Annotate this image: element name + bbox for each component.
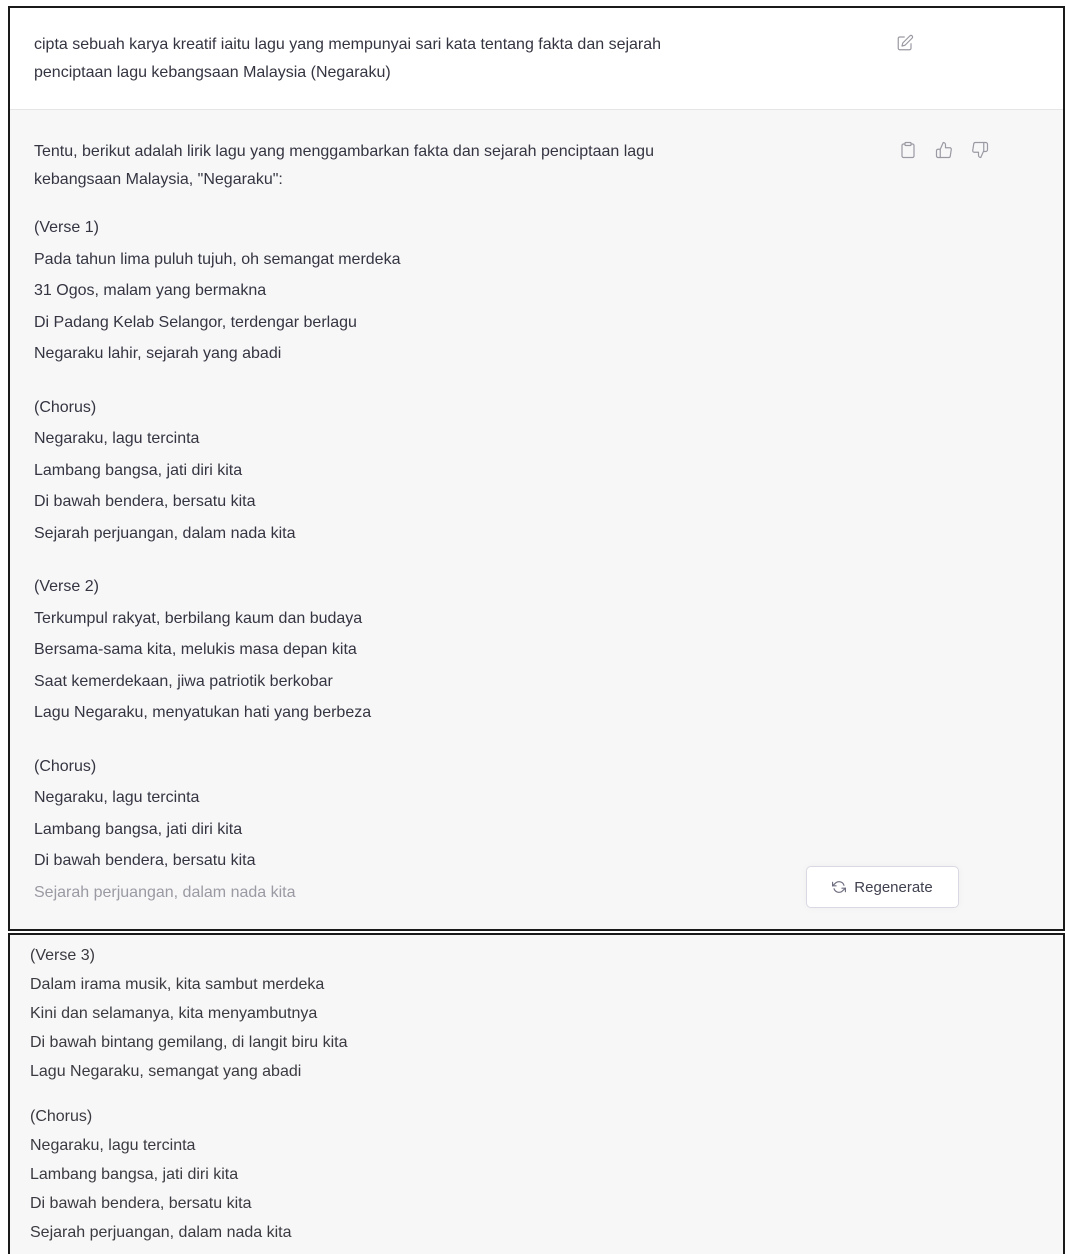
lyric-line: Di bawah bintang gemilang, di langit bir… bbox=[30, 1034, 348, 1051]
edit-icon[interactable] bbox=[896, 34, 914, 52]
lyrics-continuation: (Verse 3) Dalam irama musik, kita sambut… bbox=[30, 941, 348, 1247]
section-heading: (Chorus) bbox=[34, 398, 97, 416]
section-heading: (Chorus) bbox=[30, 1108, 93, 1125]
lyric-line: Saat kemerdekaan, jiwa patriotik berkoba… bbox=[34, 672, 333, 690]
regenerate-label: Regenerate bbox=[854, 878, 933, 896]
lyric-line: Pada tahun lima puluh tujuh, oh semangat… bbox=[34, 250, 401, 268]
lyric-line: Negaraku lahir, sejarah yang abadi bbox=[34, 345, 282, 362]
refresh-icon bbox=[832, 880, 847, 894]
user-message: cipta sebuah karya kreatif iaitu lagu ya… bbox=[10, 8, 1063, 110]
thumbs-down-icon[interactable] bbox=[971, 141, 989, 159]
regenerate-button[interactable]: Regenerate bbox=[806, 866, 959, 908]
assistant-intro-line: kebangsaan Malaysia, "Negaraku": bbox=[34, 171, 283, 188]
chat-screenshot-top: cipta sebuah karya kreatif iaitu lagu ya… bbox=[8, 6, 1065, 931]
assistant-message: Tentu, berikut adalah lirik lagu yang me… bbox=[34, 138, 854, 908]
lyric-line: Lagu Negaraku, menyatukan hati yang berb… bbox=[34, 704, 372, 721]
lyrics: (Verse 1) Pada tahun lima puluh tujuh, o… bbox=[34, 212, 854, 908]
section-heading: (Verse 1) bbox=[34, 219, 99, 236]
lyric-line: Negaraku, lagu tercinta bbox=[30, 1137, 196, 1154]
section-heading: (Verse 2) bbox=[34, 578, 99, 595]
lyric-line: Terkumpul rakyat, berbilang kaum dan bud… bbox=[34, 609, 363, 627]
lyric-line: Di bawah bendera, bersatu kita bbox=[34, 493, 256, 510]
thumbs-up-icon[interactable] bbox=[935, 141, 953, 159]
lyric-line: Sejarah perjuangan, dalam nada kita bbox=[34, 883, 296, 901]
section-heading: (Chorus) bbox=[34, 757, 97, 775]
lyric-line: Lagu Negaraku, semangat yang abadi bbox=[30, 1063, 302, 1080]
assistant-intro: Tentu, berikut adalah lirik lagu yang me… bbox=[34, 138, 854, 194]
assistant-intro-line: Tentu, berikut adalah lirik lagu yang me… bbox=[34, 143, 654, 160]
lyric-line: Negaraku, lagu tercinta bbox=[34, 789, 200, 806]
user-message-text: cipta sebuah karya kreatif iaitu lagu ya… bbox=[34, 31, 854, 87]
lyric-line: Kini dan selamanya, kita menyambutnya bbox=[30, 1005, 318, 1022]
lyric-line: Di bawah bendera, bersatu kita bbox=[34, 852, 256, 869]
lyric-line: Sejarah perjuangan, dalam nada kita bbox=[34, 524, 296, 542]
user-message-line: cipta sebuah karya kreatif iaitu lagu ya… bbox=[34, 36, 662, 53]
lyric-line: Di Padang Kelab Selangor, terdengar berl… bbox=[34, 313, 357, 331]
lyric-line: Negaraku, lagu tercinta bbox=[34, 430, 200, 447]
clipboard-icon[interactable] bbox=[899, 141, 917, 159]
lyric-line: Lambang bangsa, jati diri kita bbox=[34, 820, 243, 838]
section-heading: (Verse 3) bbox=[30, 947, 95, 964]
lyric-line: Dalam irama musik, kita sambut merdeka bbox=[30, 976, 325, 993]
lyric-line: Bersama-sama kita, melukis masa depan ki… bbox=[34, 641, 357, 658]
lyric-line: Sejarah perjuangan, dalam nada kita bbox=[30, 1224, 292, 1241]
lyric-line: Di bawah bendera, bersatu kita bbox=[30, 1195, 252, 1212]
lyric-line: Lambang bangsa, jati diri kita bbox=[30, 1166, 239, 1183]
lyric-line: 31 Ogos, malam yang bermakna bbox=[34, 282, 267, 299]
lyric-line: Lambang bangsa, jati diri kita bbox=[34, 461, 243, 479]
chat-screenshot-bottom: (Verse 3) Dalam irama musik, kita sambut… bbox=[8, 933, 1065, 1254]
user-message-line: penciptaan lagu kebangsaan Malaysia (Neg… bbox=[34, 64, 391, 81]
